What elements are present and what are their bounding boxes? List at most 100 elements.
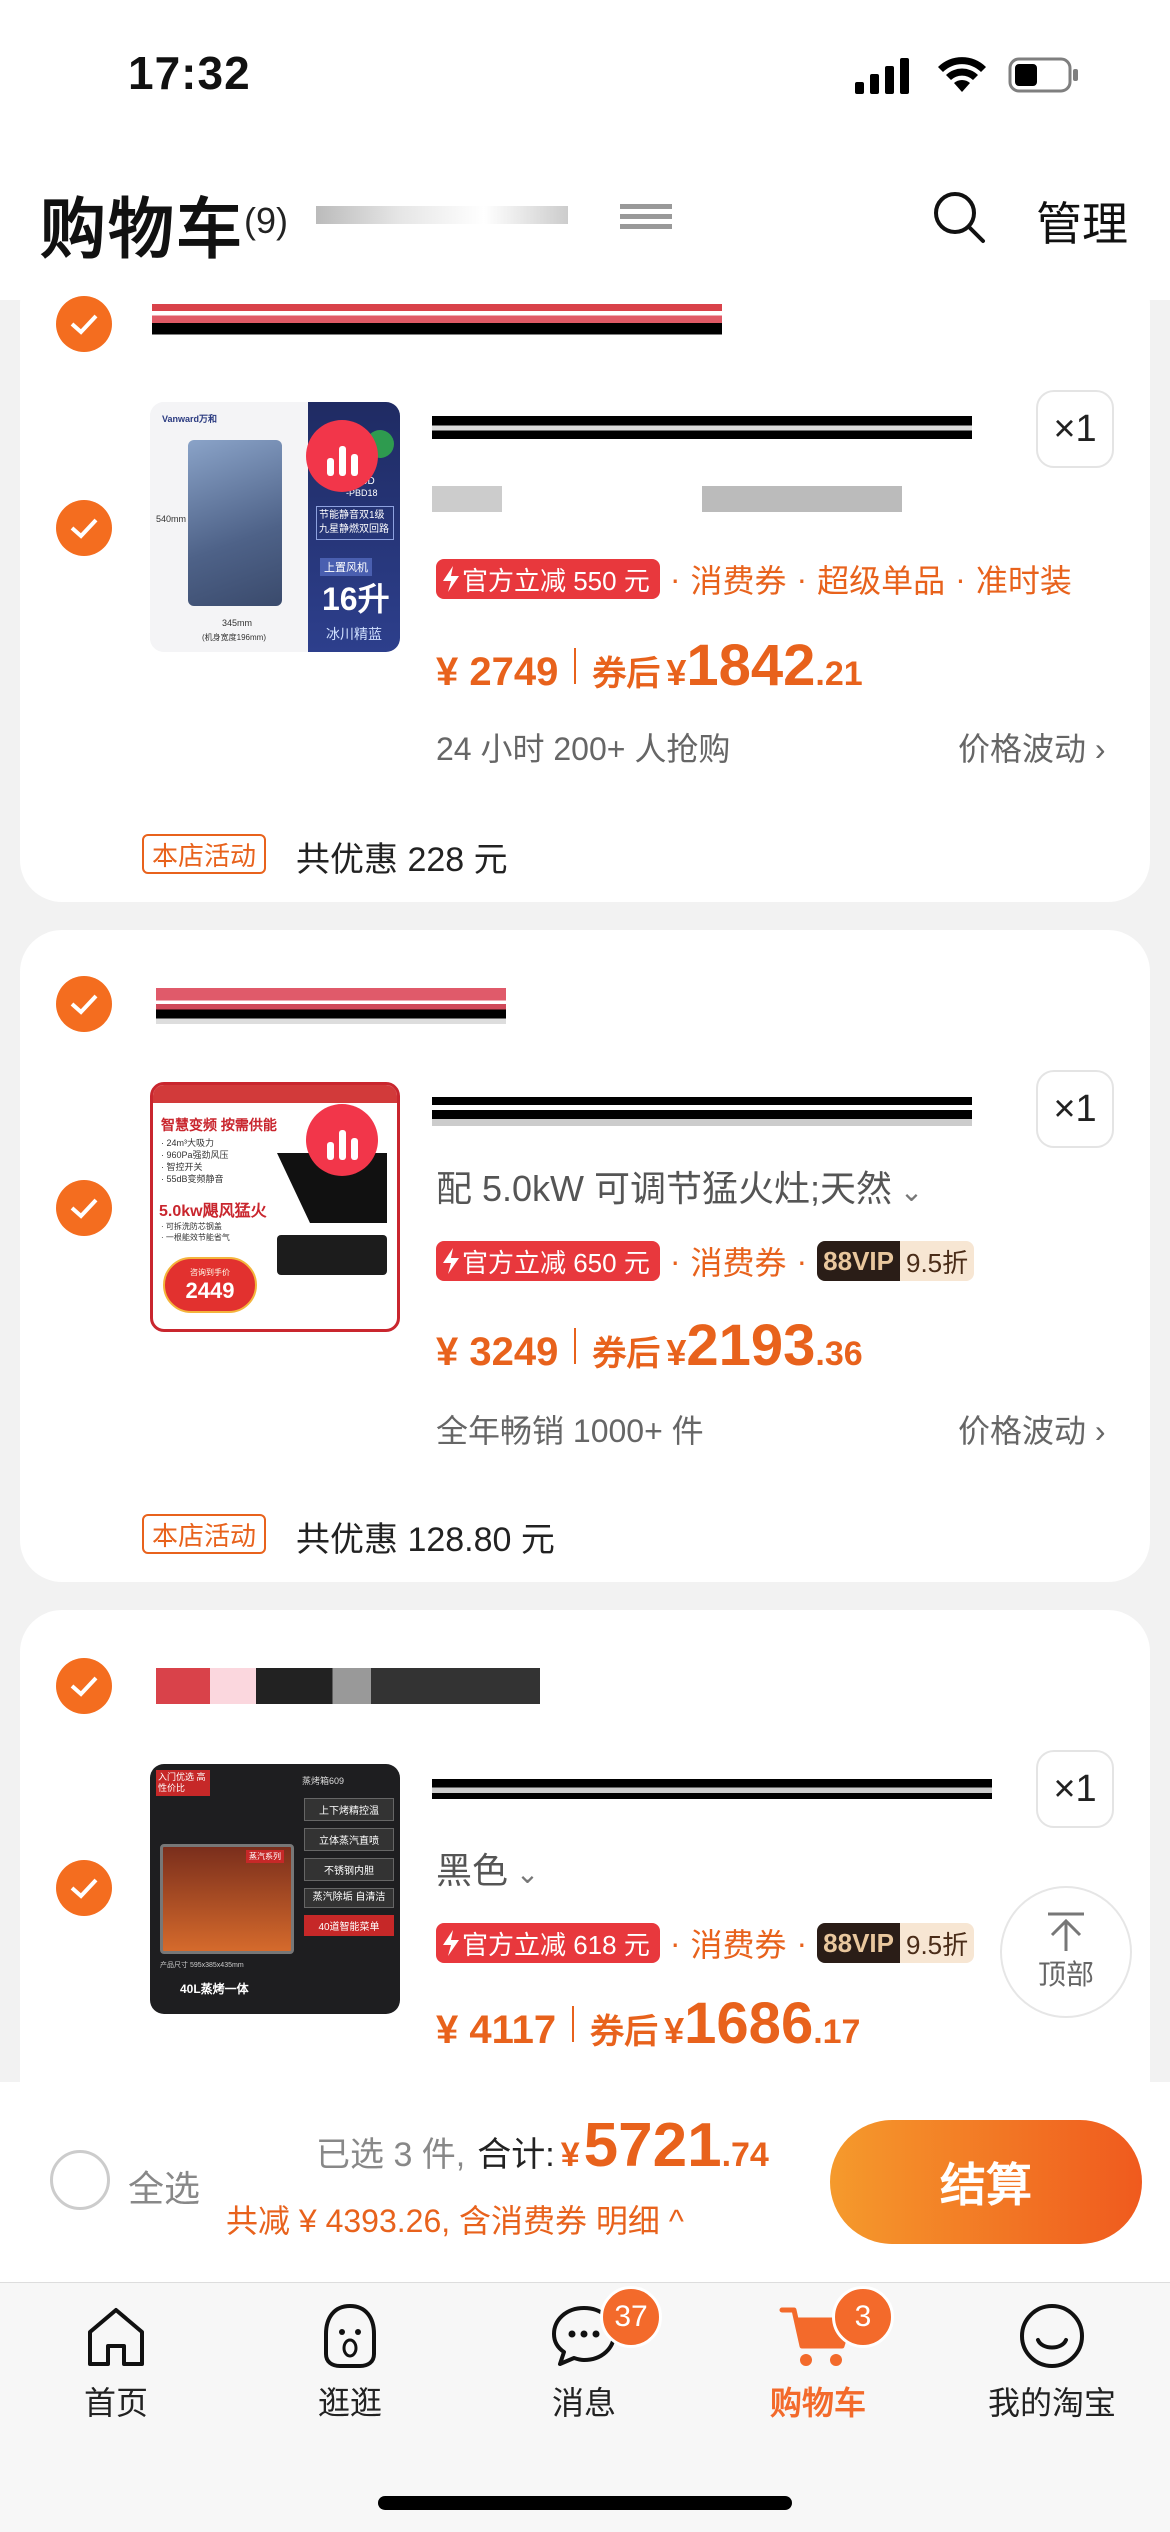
item-checkbox[interactable] [56, 500, 112, 556]
live-badge-icon [306, 1104, 378, 1176]
feature-list: 上下烤精控温 立体蒸汽直喷 不锈钢内胆 蒸汽除垢 自清洁 40道智能菜单 [304, 1798, 394, 1936]
sku-selector[interactable]: 配 5.0kW 可调节猛火灶;天然 ⌄ [436, 1160, 923, 1212]
shop-activity-tag: 本店活动 [142, 834, 267, 874]
back-to-top-button[interactable]: 顶部 [1000, 1886, 1132, 2018]
product-thumbnail[interactable]: 入门优选 高性价比 蒸烤箱609 蒸汽系列 产品尺寸 595x385x435mm… [150, 1764, 400, 2014]
coupon-price: 1686 [684, 1991, 814, 2056]
discount-details-link[interactable]: 共减 ¥ 4393.26, 含消费券 明细 ^ [226, 2196, 684, 2242]
tag: 准时装 [975, 563, 1072, 599]
lightning-icon [443, 1930, 459, 1956]
tag: 消费券 [690, 1245, 787, 1281]
item-checkbox[interactable] [56, 1860, 112, 1916]
home-icon [88, 2308, 144, 2366]
lightning-icon [443, 1248, 459, 1274]
total-label: 合计: [477, 2136, 555, 2174]
checkmark-icon [70, 1878, 98, 1899]
official-discount-tag: 官方立减 650 元 [436, 1241, 660, 1281]
page-title: 购物车 [40, 192, 244, 266]
after-coupon-label: 券后 [592, 655, 661, 693]
redacted-product-title [432, 410, 972, 444]
vip-badge: 88VIP 9.5折 [817, 1923, 975, 1963]
promo-tags: 官方立减 550 元 · 消费券 · 超级单品 · 准时装 [436, 556, 1072, 602]
chevron-down-icon: ⌄ [508, 1858, 540, 1889]
price-row: ¥ 2749 券后 ¥ 1842 .21 [436, 633, 863, 698]
checkmark-icon [70, 518, 98, 539]
after-coupon-label: 券后 [592, 1335, 661, 1373]
lightning-icon [443, 566, 459, 592]
quantity-stepper[interactable]: ×1 [1036, 390, 1114, 468]
quantity-stepper[interactable]: ×1 [1036, 1070, 1114, 1148]
total-price: 5721 [583, 2111, 722, 2180]
shop-checkbox[interactable] [56, 1658, 112, 1714]
cart-count: (9) [244, 200, 288, 241]
sku-selector[interactable]: 黑色 ⌄ [436, 1842, 539, 1894]
quantity-stepper[interactable]: ×1 [1036, 1750, 1114, 1828]
original-price: ¥ 2749 [436, 650, 559, 694]
product-image [188, 440, 282, 606]
chevron-down-icon: ⌄ [892, 1176, 924, 1207]
official-discount-tag: 官方立减 550 元 [436, 559, 660, 599]
price-row: ¥ 4117 券后 ¥ 1686 .17 [436, 1991, 861, 2056]
original-price: ¥ 4117 [436, 2008, 557, 2052]
shop-total-discount: 共优惠 228 元 [296, 841, 508, 879]
chevron-right-icon: › [1086, 731, 1106, 767]
selected-count: 已选 3 件, [316, 2136, 466, 2174]
checkmark-icon [70, 1198, 98, 1219]
tag: 消费券 [690, 563, 787, 599]
redacted-product-title [432, 486, 902, 512]
promo-tags: 官方立减 618 元 · 消费券 · 88VIP 9.5折 [436, 1920, 975, 1966]
sales-info: 24 小时 200+ 人抢购 [436, 731, 731, 767]
shop-total-discount: 共优惠 128.80 元 [296, 1521, 555, 1559]
promo-tags: 官方立减 650 元 · 消费券 · 88VIP 9.5折 [436, 1238, 975, 1284]
home-indicator [378, 2496, 792, 2510]
shop-checkbox[interactable] [56, 296, 112, 352]
tab-browse[interactable]: 逛逛 [260, 2300, 440, 2424]
search-icon[interactable] [932, 190, 986, 244]
messages-badge: 37 [600, 2286, 662, 2348]
redacted-shop-name [156, 988, 506, 1024]
official-discount-tag: 官方立减 618 元 [436, 1923, 660, 1963]
checkout-button[interactable]: 结算 [830, 2120, 1142, 2244]
wifi-icon [938, 57, 986, 92]
feature-list: · 24m³大吸力 · 960Pa强劲风压 · 智控开关 · 55dB变频静音 [161, 1138, 229, 1184]
shop-checkbox[interactable] [56, 976, 112, 1032]
redacted-shop-name [152, 304, 722, 342]
redacted-product-title [432, 1772, 992, 1806]
shop-activity-tag: 本店活动 [142, 1514, 267, 1554]
original-price: ¥ 3249 [436, 1330, 559, 1374]
tag: 消费券 [690, 1927, 787, 1963]
price-fluctuation-link[interactable]: 价格波动 › [958, 724, 1106, 770]
tab-profile[interactable]: 我的淘宝 [962, 2300, 1142, 2424]
item-checkbox[interactable] [56, 1180, 112, 1236]
arrow-up-icon [1048, 1912, 1084, 1951]
price-row: ¥ 3249 券后 ¥ 2193 .36 [436, 1313, 863, 1378]
status-time: 17:32 [128, 47, 251, 99]
redacted-text [620, 204, 672, 232]
redacted-text [316, 206, 568, 224]
order-summary: 已选 3 件, 合计: ¥ 5721 .74 [316, 2111, 769, 2180]
price-fluctuation-link[interactable]: 价格波动 › [958, 1406, 1106, 1452]
redacted-shop-name [156, 1668, 540, 1704]
select-all-checkbox[interactable] [50, 2150, 110, 2210]
gas-stove-image [277, 1235, 387, 1275]
battery-icon [1008, 57, 1078, 93]
select-all-label[interactable]: 全选 [128, 2160, 200, 2212]
price-sticker: 咨询到手价 2449 [163, 1257, 257, 1313]
coupon-price: 2193 [686, 1313, 816, 1378]
after-coupon-label: 券后 [590, 2013, 659, 2051]
redacted-product-title [432, 1090, 972, 1126]
vip-badge: 88VIP 9.5折 [817, 1241, 975, 1281]
profile-icon [1020, 2304, 1084, 2368]
checkmark-icon [70, 1676, 98, 1697]
coupon-price: 1842 [686, 633, 816, 698]
chevron-up-icon: ^ [659, 2203, 684, 2239]
browse-icon [324, 2303, 376, 2368]
sales-info: 全年畅销 1000+ 件 [436, 1413, 704, 1449]
tab-home[interactable]: 首页 [26, 2300, 206, 2424]
chevron-right-icon: › [1086, 1413, 1106, 1449]
manage-button[interactable]: 管理 [1036, 188, 1128, 254]
cellular-signal-icon [855, 58, 909, 94]
cart-badge: 3 [832, 2286, 894, 2348]
live-badge-icon [306, 420, 378, 492]
checkmark-icon [70, 314, 98, 335]
